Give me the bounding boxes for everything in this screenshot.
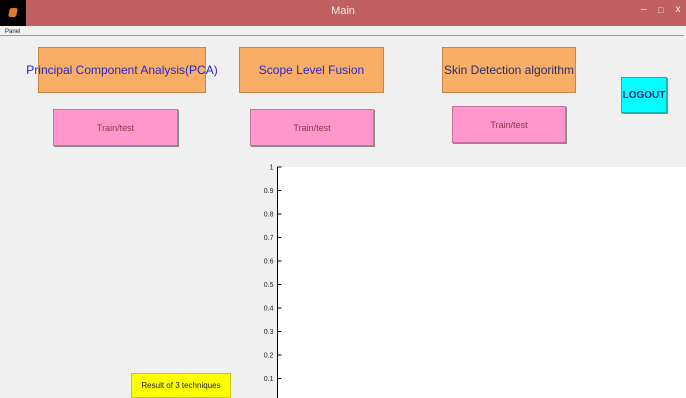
y-tick-label: 0.9 bbox=[264, 188, 274, 195]
y-tick-label: 0.8 bbox=[264, 212, 274, 219]
y-tick-label: 0.1 bbox=[264, 376, 274, 383]
y-tick-label: 0.6 bbox=[264, 259, 274, 266]
y-axis: 1 0.9 0.8 0.7 0.6 0.5 0.4 0.3 0.2 0.1 bbox=[264, 165, 282, 383]
y-tick-label: 0.5 bbox=[264, 282, 274, 289]
y-tick-label: 0.7 bbox=[264, 235, 274, 242]
y-tick-label: 1 bbox=[270, 165, 274, 172]
y-tick-label: 0.4 bbox=[264, 306, 274, 313]
y-tick-label: 0.3 bbox=[264, 329, 274, 336]
result-button[interactable]: Result of 3 techniques bbox=[131, 373, 231, 398]
y-tick-label: 0.2 bbox=[264, 353, 274, 360]
